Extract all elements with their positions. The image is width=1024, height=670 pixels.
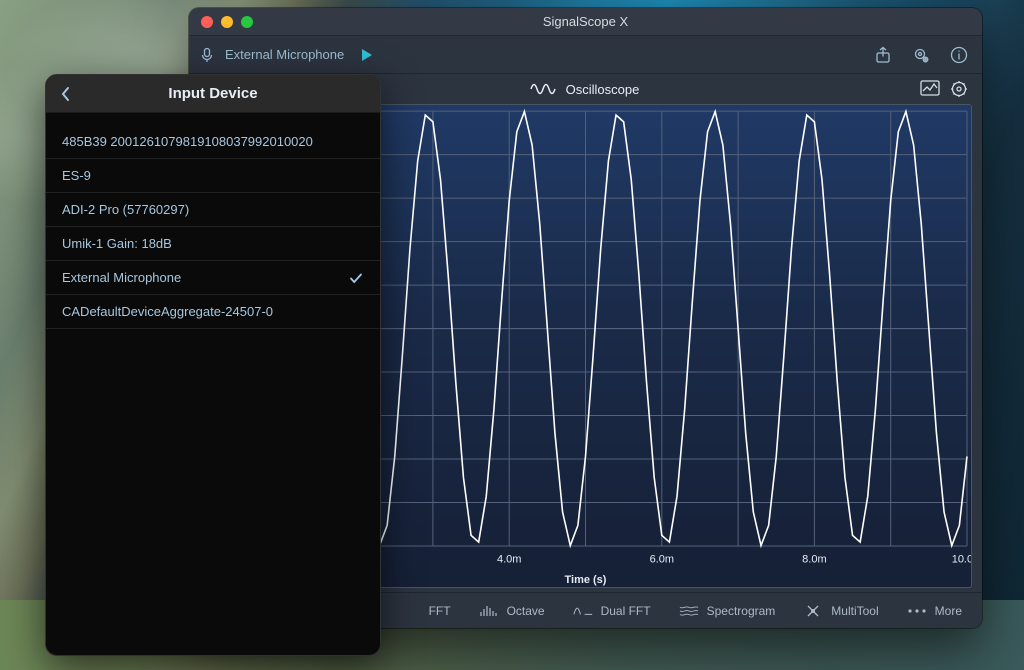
octave-icon [479,604,499,618]
dualfft-icon [573,604,593,618]
popover-header: Input Device [46,75,380,113]
tab-more[interactable]: More [907,604,962,618]
titlebar[interactable]: SignalScope X [189,8,982,36]
tab-octave[interactable]: Octave [479,604,545,618]
input-device-option[interactable]: External Microphone [46,261,380,295]
svg-text:Time (s): Time (s) [565,574,607,586]
tab-label: MultiTool [831,604,878,618]
tab-dualfft[interactable]: Dual FFT [573,604,651,618]
tab-multitool[interactable]: MultiTool [803,604,878,618]
tab-spectrogram[interactable]: Spectrogram [679,604,776,618]
tab-label: Spectrogram [707,604,776,618]
info-icon[interactable] [950,46,968,64]
settings-gear-icon[interactable] [912,46,930,64]
tab-label: Octave [507,604,545,618]
zoom-icon[interactable] [241,16,253,28]
chart-title: Oscilloscope [566,82,640,97]
svg-text:8.0m: 8.0m [802,553,826,565]
minimize-icon[interactable] [221,16,233,28]
input-device-label[interactable]: External Microphone [225,47,344,62]
chart-display-icon[interactable] [920,80,940,98]
popover-list: 485B39 2001261079819108037992010020 ES-9 A… [46,113,380,655]
option-label: Umik-1 Gain: 18dB [62,236,172,251]
chart-settings-icon[interactable] [950,80,968,98]
svg-text:6.0m: 6.0m [650,553,674,565]
tab-label: Dual FFT [601,604,651,618]
more-icon [907,604,927,618]
tab-label: More [935,604,962,618]
share-icon[interactable] [874,46,892,64]
input-device-option[interactable]: ADI-2 Pro (57760297) [46,193,380,227]
option-label: CADefaultDeviceAggregate-24507-0 [62,304,273,319]
svg-text:10.0m: 10.0m [952,553,971,565]
option-label: 485B39 2001261079819108037992010020 [62,134,313,149]
fft-label: FFT [429,604,451,618]
popover-title: Input Device [78,85,348,102]
input-device-popover: Input Device 485B39 20012610798191080379… [45,74,381,656]
checkmark-icon [348,270,364,286]
input-device-option[interactable]: Umik-1 Gain: 18dB [46,227,380,261]
window-title: SignalScope X [253,14,918,29]
back-chevron-icon[interactable] [54,85,78,103]
option-label: ADI-2 Pro (57760297) [62,202,189,217]
tab-fft[interactable]: FFT [429,604,451,618]
input-device-option[interactable]: CADefaultDeviceAggregate-24507-0 [46,295,380,329]
multitool-icon [803,604,823,618]
option-label: External Microphone [62,270,181,285]
waveform-icon [530,82,556,96]
input-device-option[interactable]: ES-9 [46,159,380,193]
option-label: ES-9 [62,168,91,183]
toolbar: External Microphone [189,36,982,74]
svg-text:4.0m: 4.0m [497,553,521,565]
microphone-icon[interactable] [199,47,215,63]
play-button[interactable] [362,49,372,61]
input-device-option[interactable]: 485B39 2001261079819108037992010020 [46,125,380,159]
close-icon[interactable] [201,16,213,28]
spectrogram-icon [679,604,699,618]
